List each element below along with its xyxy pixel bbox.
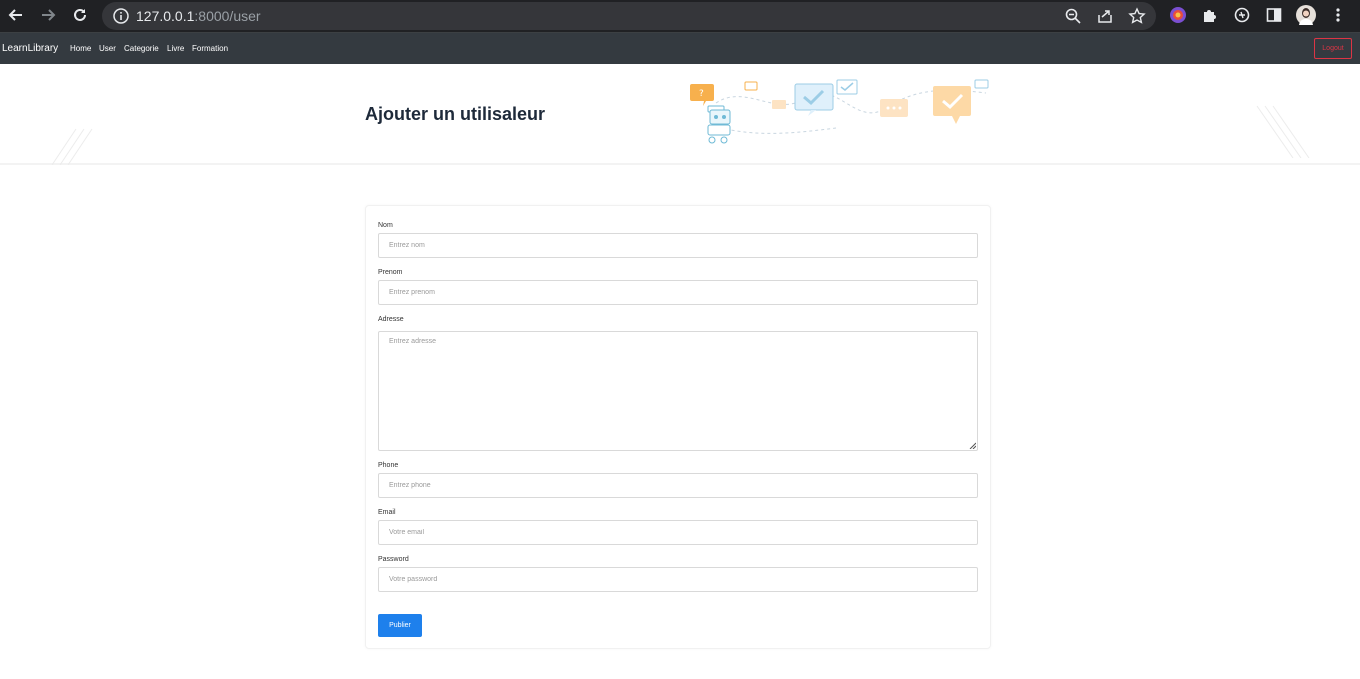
- add-user-form: Nom Prenom Adresse Phone Email Password …: [365, 205, 991, 649]
- adresse-wrapper: [378, 331, 978, 451]
- page-title: Ajouter un utilisaleur: [365, 104, 546, 124]
- phone-input[interactable]: [378, 473, 978, 498]
- adresse-textarea[interactable]: [378, 331, 978, 451]
- resize-handle-icon[interactable]: [969, 442, 976, 449]
- nav-link-livre[interactable]: Livre: [167, 44, 184, 53]
- sync-icon[interactable]: [1233, 6, 1251, 24]
- logout-button[interactable]: Logout: [1314, 38, 1352, 59]
- nav-link-categorie[interactable]: Categorie: [124, 44, 159, 53]
- side-panel-icon[interactable]: [1265, 6, 1283, 24]
- extension-avatar-icon[interactable]: [1169, 6, 1187, 24]
- back-icon[interactable]: [5, 4, 27, 26]
- url-text: 127.0.0.1:8000/user: [136, 8, 261, 24]
- prenom-input[interactable]: [378, 280, 978, 305]
- brand-logo[interactable]: LearnLibrary: [2, 43, 58, 54]
- nav-link-formation[interactable]: Formation: [192, 44, 228, 53]
- more-menu-icon[interactable]: [1329, 6, 1347, 24]
- page-header-banner: Ajouter un utilisaleur ?: [0, 64, 1360, 165]
- share-icon[interactable]: [1096, 7, 1114, 25]
- zoom-icon[interactable]: [1064, 7, 1082, 25]
- url-path: :8000/user: [194, 8, 261, 24]
- prenom-label: Prenom: [378, 269, 403, 276]
- nav-link-home[interactable]: Home: [70, 44, 91, 53]
- forward-icon[interactable]: [37, 4, 59, 26]
- bookmark-star-icon[interactable]: [1128, 7, 1146, 25]
- browser-toolbar: 127.0.0.1:8000/user: [0, 0, 1360, 32]
- adresse-label: Adresse: [378, 316, 404, 323]
- profile-avatar-icon[interactable]: [1296, 5, 1316, 25]
- reload-icon[interactable]: [69, 4, 91, 26]
- svg-text:?: ?: [699, 89, 704, 99]
- email-input[interactable]: [378, 520, 978, 545]
- nom-input[interactable]: [378, 233, 978, 258]
- chat-robot-illustration: ?: [690, 79, 989, 144]
- url-host: 127.0.0.1: [136, 8, 195, 24]
- phone-label: Phone: [378, 462, 399, 469]
- decorative-lines-right: [1256, 105, 1310, 158]
- decorative-lines-left: [51, 128, 93, 165]
- extensions-puzzle-icon[interactable]: [1201, 6, 1219, 24]
- email-label: Email: [378, 509, 396, 516]
- nom-label: Nom: [378, 222, 393, 229]
- app-navbar: LearnLibrary Home User Categorie Livre F…: [0, 33, 1360, 64]
- site-info-icon[interactable]: [112, 7, 130, 25]
- password-input[interactable]: [378, 567, 978, 592]
- publier-button[interactable]: Publier: [378, 614, 422, 637]
- address-bar[interactable]: 127.0.0.1:8000/user: [102, 2, 1156, 30]
- password-label: Password: [378, 556, 409, 563]
- nav-link-user[interactable]: User: [99, 44, 116, 53]
